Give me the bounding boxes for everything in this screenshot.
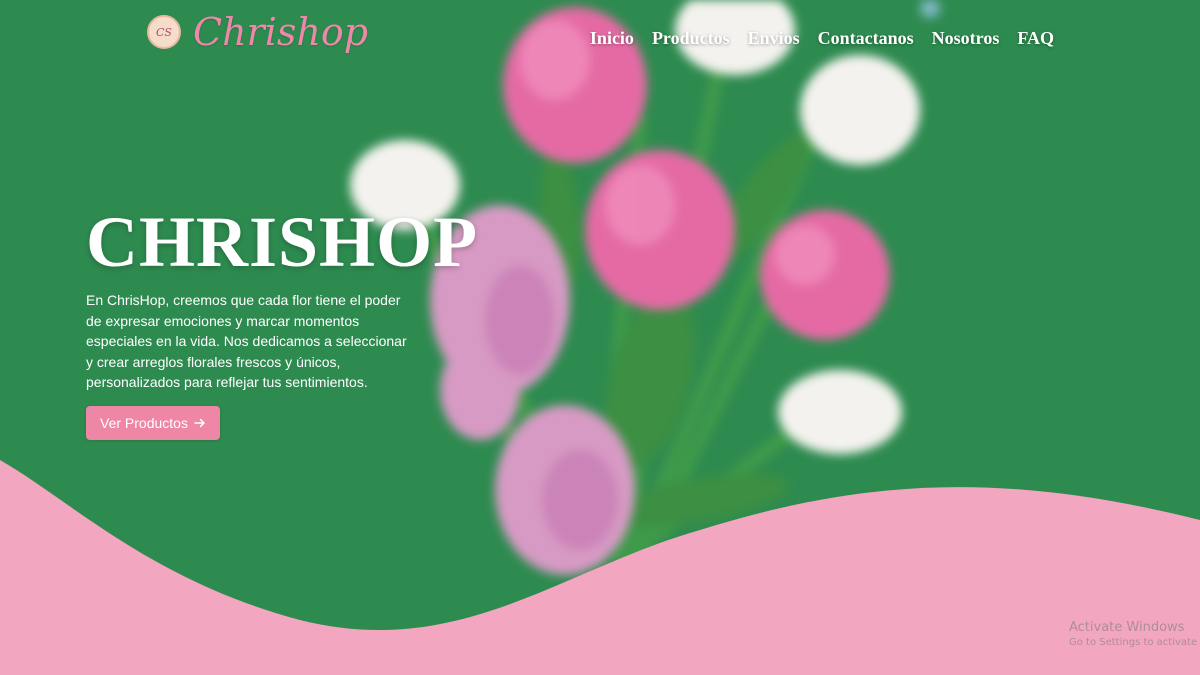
view-products-button[interactable]: Ver Productos: [86, 406, 220, 440]
nav-nosotros[interactable]: Nosotros: [932, 28, 1000, 49]
arrow-right-icon: [194, 418, 205, 428]
activate-windows-subtitle: Go to Settings to activate Windows.: [1069, 637, 1200, 648]
logo-badge-icon: CS: [147, 15, 181, 49]
nav-contactanos[interactable]: Contactanos: [818, 28, 914, 49]
activate-windows-title: Activate Windows: [1069, 620, 1185, 635]
hero-description: En ChrisHop, creemos que cada flor tiene…: [86, 292, 407, 390]
hero-title: CHRISHOP: [86, 202, 479, 282]
nav-faq[interactable]: FAQ: [1017, 28, 1054, 49]
brand-name: Chrishop: [193, 10, 369, 54]
nav-inicio[interactable]: Inicio: [590, 28, 634, 49]
view-products-label: Ver Productos: [100, 415, 188, 431]
nav-envios[interactable]: Envios: [748, 28, 800, 49]
brand-logo[interactable]: CS Chrishop: [147, 10, 368, 54]
logo-badge-text: CS: [156, 25, 172, 39]
landing-page: CS Chrishop Inicio Productos Envios Cont…: [0, 0, 1200, 675]
activate-windows-watermark: Activate Windows Go to Settings to activ…: [1069, 620, 1200, 648]
main-nav: Inicio Productos Envios Contactanos Noso…: [590, 28, 1054, 49]
nav-productos[interactable]: Productos: [652, 28, 730, 49]
